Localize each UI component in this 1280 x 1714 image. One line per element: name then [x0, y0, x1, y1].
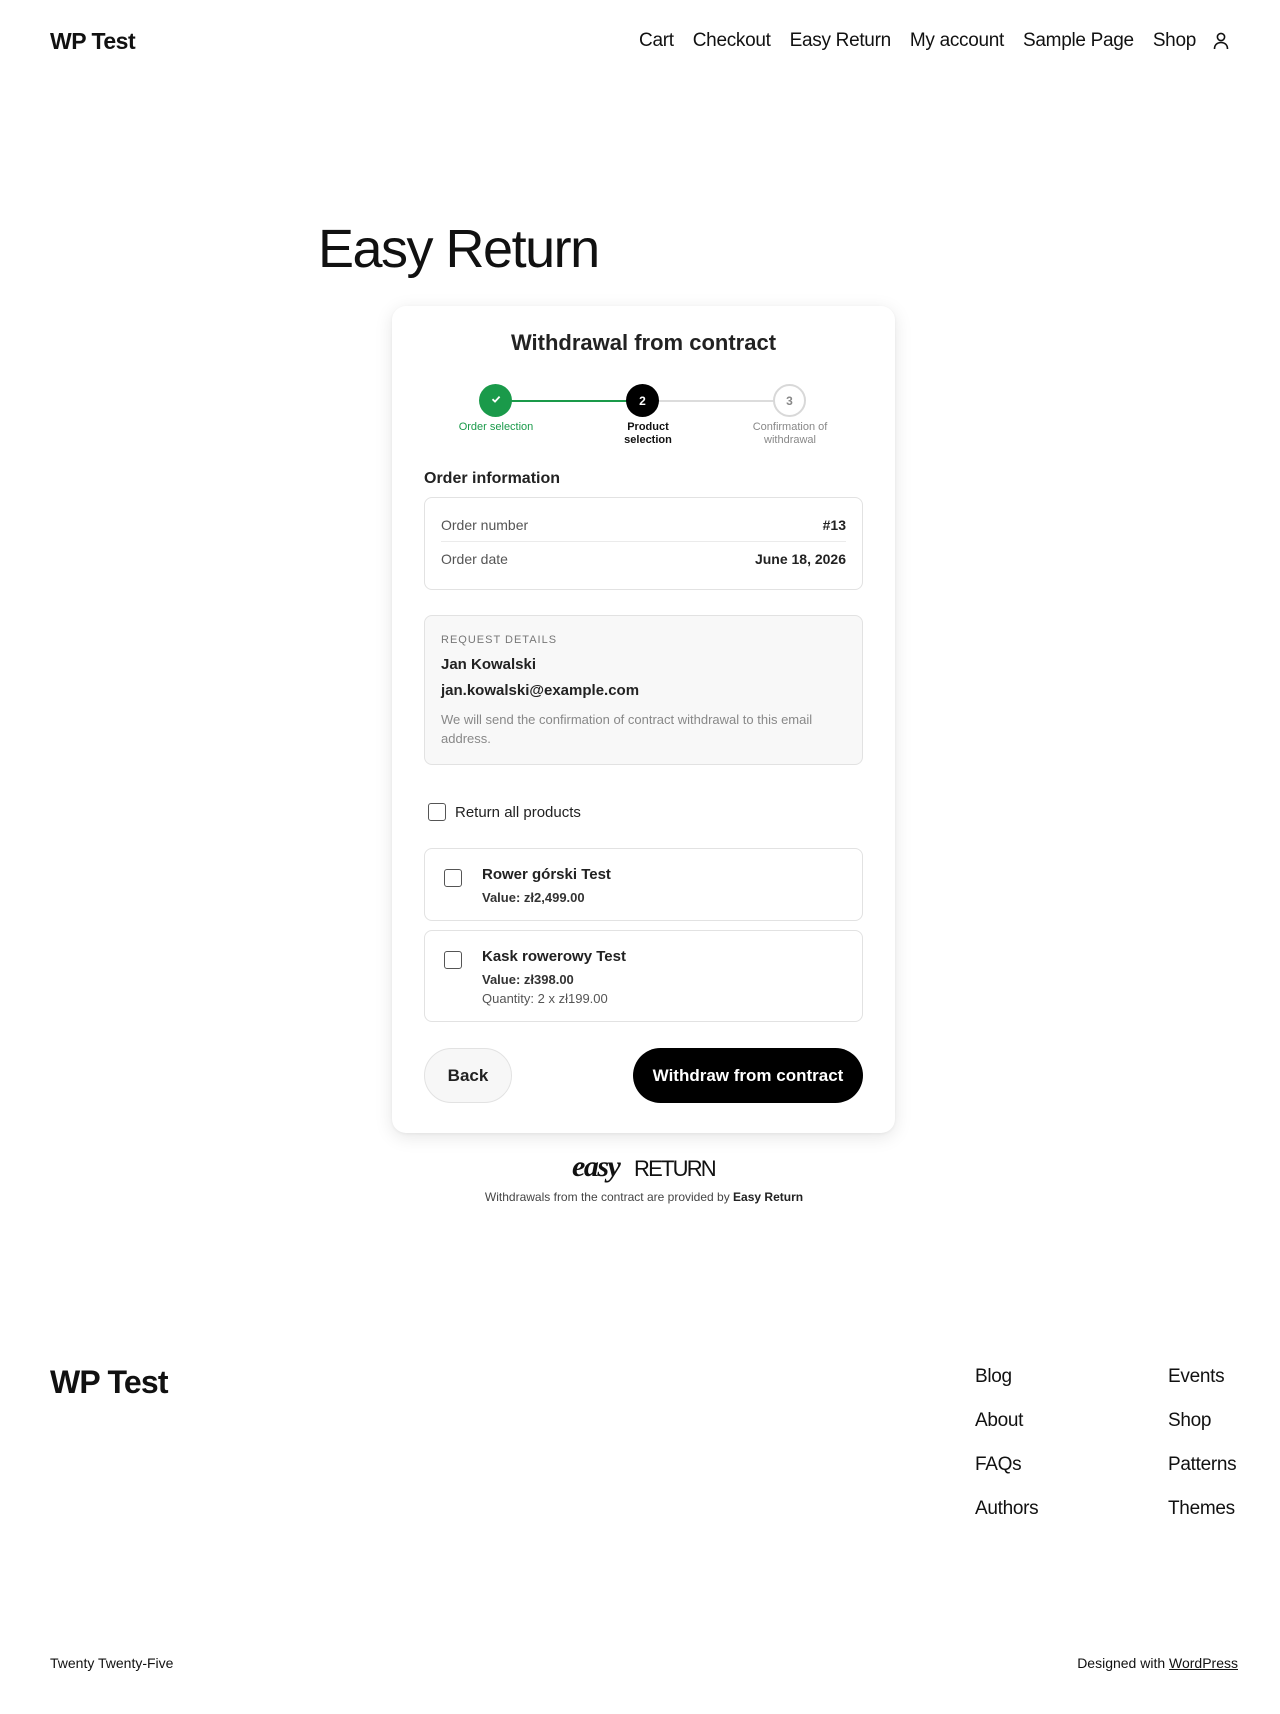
request-details-box: REQUEST DETAILS Jan Kowalski jan.kowalsk… — [424, 615, 863, 765]
withdraw-button[interactable]: Withdraw from contract — [633, 1048, 863, 1103]
step-1-circle — [479, 384, 512, 417]
footer-link-about[interactable]: About — [975, 1410, 1038, 1454]
order-number-value: #13 — [822, 516, 846, 533]
footer-nav-col-1: Blog About FAQs Authors — [975, 1366, 1039, 1542]
page-title: Easy Return — [318, 219, 600, 279]
order-number-row: Order number #13 — [441, 508, 846, 542]
footer-link-authors[interactable]: Authors — [975, 1498, 1039, 1542]
footer-link-patterns[interactable]: Patterns — [1168, 1454, 1237, 1498]
step-3-circle: 3 — [773, 384, 806, 417]
nav-cart[interactable]: Cart — [639, 30, 674, 52]
product-checkbox[interactable] — [444, 869, 462, 887]
request-email: jan.kowalski@example.com — [441, 682, 640, 699]
product-checkbox[interactable] — [444, 951, 462, 969]
step-connector-upcoming — [643, 400, 788, 402]
step-2-circle: 2 — [626, 384, 659, 417]
order-info-heading: Order information — [424, 470, 561, 487]
checkmark-icon — [490, 393, 502, 408]
product-value: Value: zł398.00 — [482, 972, 574, 987]
return-all-option[interactable]: Return all products — [428, 803, 581, 821]
request-note: We will send the confirmation of contrac… — [441, 712, 813, 746]
nav-shop[interactable]: Shop — [1153, 30, 1196, 52]
product-name: Rower górski Test — [482, 866, 611, 883]
request-details-label: REQUEST DETAILS — [441, 634, 558, 646]
site-header: WP Test Cart Checkout Easy Return My acc… — [0, 0, 1280, 86]
step-connector-completed — [496, 400, 641, 402]
nav-easy-return[interactable]: Easy Return — [790, 30, 892, 52]
footer-link-faqs[interactable]: FAQs — [975, 1454, 1038, 1498]
card-title: Withdrawal from contract — [510, 330, 777, 355]
footer-site-title[interactable]: WP Test — [50, 1364, 168, 1401]
footer-link-events[interactable]: Events — [1168, 1366, 1236, 1410]
footer-theme-name: Twenty Twenty-Five — [50, 1655, 174, 1671]
brand-attribution: Withdrawals from the contract are provid… — [484, 1190, 804, 1204]
footer-link-themes[interactable]: Themes — [1168, 1498, 1236, 1542]
wordpress-link[interactable]: WordPress — [1169, 1655, 1238, 1671]
product-name: Kask rowerowy Test — [482, 948, 626, 965]
svg-text:easy: easy — [572, 1154, 621, 1183]
step-1-label: Order selection — [458, 421, 534, 433]
step-3-label: Confirmation of withdrawal — [752, 421, 828, 446]
user-icon[interactable] — [1210, 30, 1232, 52]
nav-sample-page[interactable]: Sample Page — [1023, 30, 1134, 52]
nav-my-account[interactable]: My account — [910, 30, 1004, 52]
return-all-label: Return all products — [455, 803, 581, 821]
product-value: Value: zł2,499.00 — [482, 890, 585, 905]
withdrawal-card: Withdrawal from contract 2 3 Order selec… — [392, 306, 895, 1133]
product-item[interactable]: Kask rowerowy Test Value: zł398.00 Quant… — [424, 930, 863, 1022]
order-date-value: June 18, 2026 — [754, 551, 846, 567]
product-quantity: Quantity: 2 x zł199.00 — [482, 991, 608, 1006]
order-date-row: Order date June 18, 2026 — [441, 542, 846, 576]
footer-link-shop[interactable]: Shop — [1168, 1410, 1236, 1454]
nav-checkout[interactable]: Checkout — [693, 30, 771, 52]
easy-return-logo: easy RETURN — [572, 1150, 718, 1184]
back-button[interactable]: Back — [424, 1048, 512, 1103]
order-date-label: Order date — [441, 551, 508, 567]
site-title-link[interactable]: WP Test — [50, 28, 136, 55]
footer-nav-col-2: Events Shop Patterns Themes — [1168, 1366, 1237, 1542]
svg-text:RETURN: RETURN — [634, 1156, 716, 1181]
order-number-label: Order number — [441, 516, 529, 533]
brand-name: Easy Return — [733, 1190, 804, 1204]
order-info-box: Order number #13 Order date June 18, 202… — [424, 497, 863, 590]
product-item[interactable]: Rower górski Test Value: zł2,499.00 — [424, 848, 863, 921]
request-name: Jan Kowalski — [441, 656, 537, 673]
return-all-checkbox[interactable] — [428, 803, 446, 821]
footer-link-blog[interactable]: Blog — [975, 1366, 1038, 1410]
footer-credit: Designed with WordPress — [1077, 1655, 1238, 1671]
main-nav: Cart Checkout Easy Return My account Sam… — [620, 30, 1232, 52]
step-2-label: Product selection — [624, 421, 672, 446]
